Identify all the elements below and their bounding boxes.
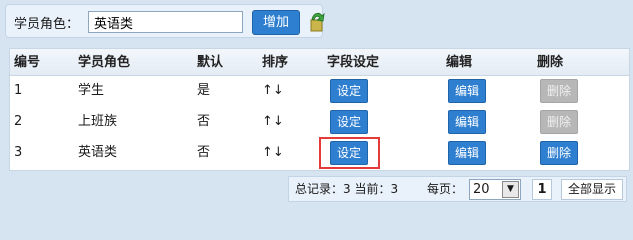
- show-all-button[interactable]: 全部显示: [561, 179, 623, 200]
- header-role: 学员角色: [78, 55, 131, 70]
- row-default: 否: [197, 145, 211, 160]
- header-sort: 排序: [262, 55, 289, 70]
- row-default: 否: [197, 114, 211, 129]
- delete-button[interactable]: 删除: [540, 141, 578, 165]
- page-number-button[interactable]: 1: [532, 179, 552, 200]
- add-button[interactable]: 增加: [252, 10, 300, 35]
- edit-button[interactable]: 编辑: [448, 79, 486, 103]
- pagination-bar: 总记录：3 当前：3 每页： 20 ▼ 1 全部显示: [288, 176, 627, 202]
- search-bar: 学员角色： 增加: [5, 4, 325, 38]
- table-row: 2 上班族 否 ↑↓ 设定 编辑 删除: [10, 107, 629, 138]
- row-role: 英语类: [78, 145, 118, 160]
- row-default: 是: [197, 83, 211, 98]
- per-page-label: 每页：: [427, 182, 464, 196]
- table-row: 1 学生 是 ↑↓ 设定 编辑 删除: [10, 76, 629, 107]
- row-id: 1: [14, 83, 23, 98]
- sort-arrows[interactable]: ↑↓: [262, 112, 284, 132]
- row-role: 学生: [78, 83, 105, 98]
- row-role: 上班族: [78, 114, 118, 129]
- delete-button: 删除: [540, 79, 578, 103]
- edit-button[interactable]: 编辑: [448, 141, 486, 165]
- table-header: 编号 学员角色 默认 排序 字段设定 编辑 删除: [10, 49, 629, 76]
- header-delete: 删除: [537, 55, 564, 70]
- per-page-select[interactable]: 20 ▼: [469, 179, 521, 200]
- header-fields: 字段设定: [327, 55, 380, 70]
- field-settings-button[interactable]: 设定: [330, 110, 368, 134]
- header-id: 编号: [14, 55, 41, 70]
- row-id: 3: [14, 145, 23, 160]
- refresh-icon[interactable]: [309, 10, 325, 32]
- role-label: 学员角色：: [14, 17, 80, 32]
- header-edit: 编辑: [446, 55, 473, 70]
- chevron-down-icon[interactable]: ▼: [502, 181, 519, 198]
- per-page-value: 20: [473, 182, 490, 197]
- delete-button: 删除: [540, 110, 578, 134]
- sort-arrows[interactable]: ↑↓: [262, 143, 284, 163]
- roles-table: 编号 学员角色 默认 排序 字段设定 编辑 删除 1 学生 是 ↑↓ 设定 编辑…: [9, 48, 630, 171]
- role-input[interactable]: [88, 11, 243, 33]
- sort-arrows[interactable]: ↑↓: [262, 81, 284, 101]
- header-default: 默认: [197, 55, 224, 70]
- row-id: 2: [14, 114, 23, 129]
- highlight-box: [319, 137, 380, 169]
- record-summary: 总记录：3 当前：3: [295, 182, 399, 196]
- field-settings-button[interactable]: 设定: [330, 79, 368, 103]
- edit-button[interactable]: 编辑: [448, 110, 486, 134]
